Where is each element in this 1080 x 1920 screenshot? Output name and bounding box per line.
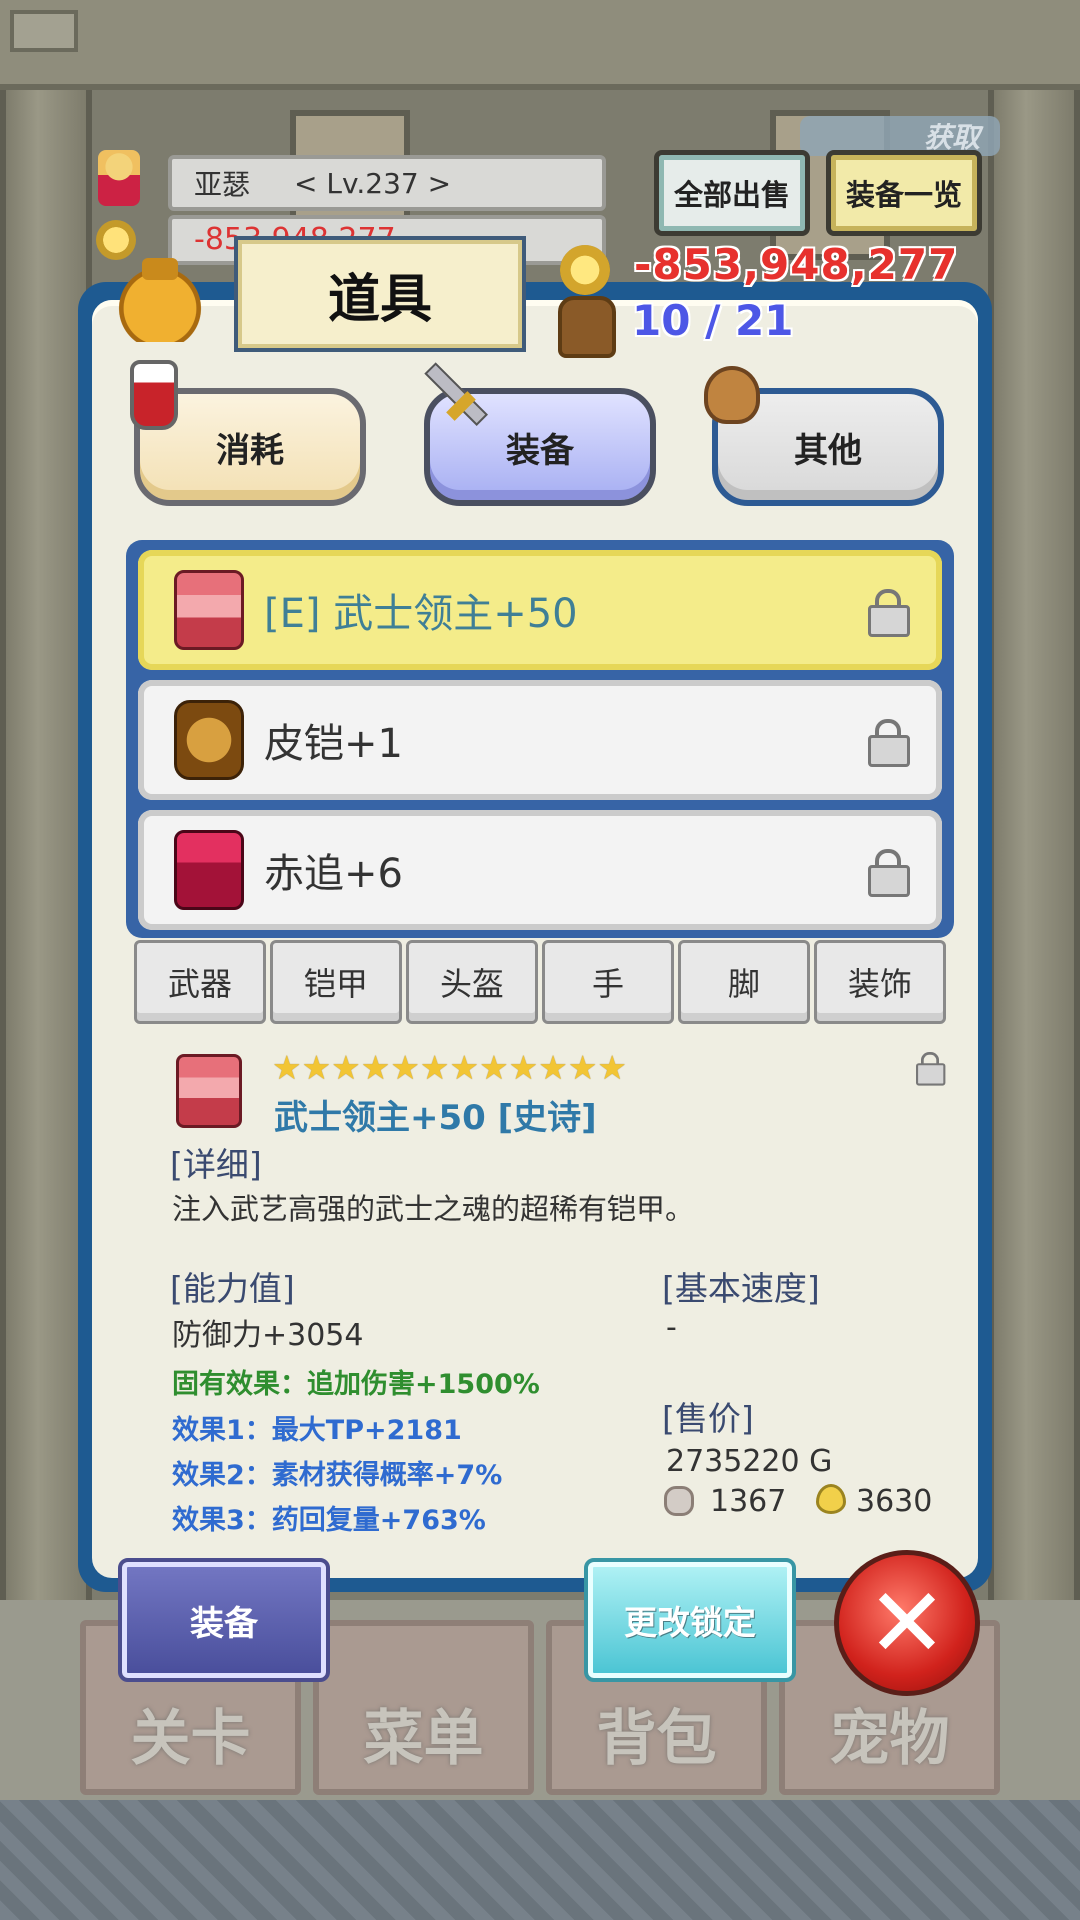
sack-icon: [704, 366, 760, 424]
item-detail-title: 武士领主+50 [史诗]: [274, 1098, 597, 1138]
speed-value: -: [666, 1310, 677, 1345]
lock-icon: [868, 849, 910, 897]
lock-icon: [868, 719, 910, 767]
red-armor-icon: [174, 830, 244, 910]
item-name: 赤追+6: [264, 851, 403, 897]
hero-portrait-icon: [98, 150, 140, 206]
player-info: 亚瑟 < Lv.237 >: [168, 155, 606, 211]
player-name: 亚瑟: [194, 168, 251, 201]
top-wall-frame: [0, 0, 1080, 90]
drop-count: 3630: [856, 1484, 933, 1519]
bottom-floor: [0, 1800, 1080, 1920]
star-icon: ★★★★★★★★★★★★: [272, 1048, 628, 1087]
close-icon: ✕: [866, 1567, 948, 1679]
item-name: 皮铠+1: [264, 721, 403, 767]
equip-button[interactable]: 装备: [118, 1558, 330, 1682]
backpack-icon: [558, 296, 616, 358]
samurai-armor-icon: [174, 570, 244, 650]
rarity-stars: ★★★★★★★★★★★★: [272, 1050, 627, 1086]
tab-accessory[interactable]: 装饰: [814, 940, 946, 1024]
item-name: [E] 武士领主+50: [264, 591, 578, 637]
list-item[interactable]: 皮铠+1: [138, 680, 942, 800]
sword-icon: [412, 362, 482, 432]
slot-tabs: 武器 铠甲 头盔 手 脚 装饰: [134, 940, 946, 1024]
equipment-list-button[interactable]: 装备一览: [826, 150, 982, 236]
tab-weapon[interactable]: 武器: [134, 940, 266, 1024]
right-pillar: [988, 90, 1080, 1600]
money-value: -853,948,277: [634, 240, 959, 289]
lock-icon: [868, 589, 910, 637]
panel-title: 道具: [234, 236, 526, 352]
bag-capacity: 10 / 21: [632, 296, 794, 345]
price-value: 2735220 G: [666, 1444, 833, 1479]
nav-menu[interactable]: 菜单: [313, 1620, 534, 1795]
sell-all-button[interactable]: 全部出售: [654, 150, 810, 236]
bag-icon: [118, 258, 202, 342]
tab-helmet[interactable]: 头盔: [406, 940, 538, 1024]
close-button[interactable]: ✕: [834, 1550, 980, 1696]
effect-3: 效果3：药回复量+763%: [172, 1505, 486, 1536]
tab-foot[interactable]: 脚: [678, 940, 810, 1024]
tab-armor[interactable]: 铠甲: [270, 940, 402, 1024]
list-item[interactable]: 赤追+6: [138, 810, 942, 930]
inherent-effect: 固有效果：追加伤害+1500%: [172, 1369, 540, 1400]
list-item[interactable]: [E] 武士领主+50: [138, 550, 942, 670]
detail-lock-icon: [916, 1052, 946, 1086]
item-list: [E] 武士领主+50 皮铠+1 赤追+6: [126, 540, 954, 938]
gold-coin-icon: [560, 245, 610, 295]
defense-stat: 防御力+3054: [172, 1318, 364, 1353]
leather-armor-icon: [174, 700, 244, 780]
ore-icon: [664, 1486, 694, 1516]
detail-label: [详细]: [170, 1145, 262, 1184]
drop-icon: [816, 1484, 846, 1514]
speed-label: [基本速度]: [662, 1269, 820, 1308]
potion-icon: [130, 360, 178, 430]
stats-label: [能力值]: [170, 1269, 295, 1308]
coin-icon: [96, 220, 136, 260]
price-label: [售价]: [662, 1399, 754, 1438]
samurai-armor-icon: [176, 1054, 242, 1128]
effect-1: 效果1：最大TP+2181: [172, 1415, 462, 1446]
tab-hand[interactable]: 手: [542, 940, 674, 1024]
effect-2: 效果2：素材获得概率+7%: [172, 1460, 503, 1491]
ore-count: 1367: [710, 1484, 787, 1519]
change-lock-button[interactable]: 更改锁定: [584, 1558, 796, 1682]
item-description: 注入武艺高强的武士之魂的超稀有铠甲。: [172, 1192, 695, 1226]
player-level: < Lv.237 >: [294, 166, 452, 200]
